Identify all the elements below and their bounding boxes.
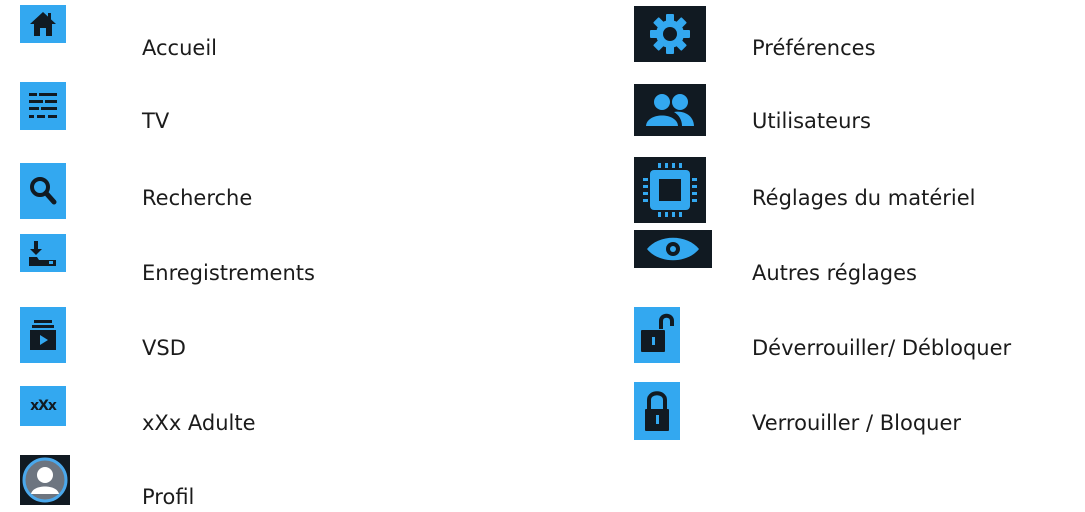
profile-icon: [20, 455, 70, 505]
menu-label-recherche: Recherche: [142, 186, 253, 210]
menu-label-profil: Profil: [142, 485, 195, 509]
menu-label-reglages-materiel: Réglages du matériel: [752, 186, 976, 210]
home-icon: [20, 5, 66, 43]
tv-guide-icon: [20, 82, 66, 130]
menu-label-utilisateurs: Utilisateurs: [752, 109, 871, 133]
search-icon: [20, 163, 66, 219]
vod-icon: [20, 307, 66, 363]
unlock-icon: [634, 307, 680, 363]
lock-icon: [634, 382, 680, 440]
hardware-chip-icon: [634, 157, 706, 223]
menu-label-verrouiller: Verrouiller / Bloquer: [752, 411, 962, 435]
menu-label-enregistrements: Enregistrements: [142, 261, 315, 285]
menu-label-accueil: Accueil: [142, 36, 217, 60]
menu-label-preferences: Préférences: [752, 36, 876, 60]
eye-icon: [634, 230, 712, 268]
adult-icon-text: xXx: [30, 398, 57, 414]
recordings-icon: [20, 234, 66, 272]
adult-icon: xXx: [20, 386, 66, 426]
users-icon: [634, 84, 706, 136]
menu-label-tv: TV: [142, 109, 170, 133]
menu-label-deverrouiller: Déverrouiller/ Débloquer: [752, 336, 1012, 360]
menu-label-autres-reglages: Autres réglages: [752, 261, 917, 285]
gear-icon: [634, 6, 706, 62]
menu-label-adulte: xXx Adulte: [142, 411, 256, 435]
icon-legend: Accueil TV Recherche Enregistrements VSD…: [0, 0, 1085, 512]
menu-label-vsd: VSD: [142, 336, 186, 360]
